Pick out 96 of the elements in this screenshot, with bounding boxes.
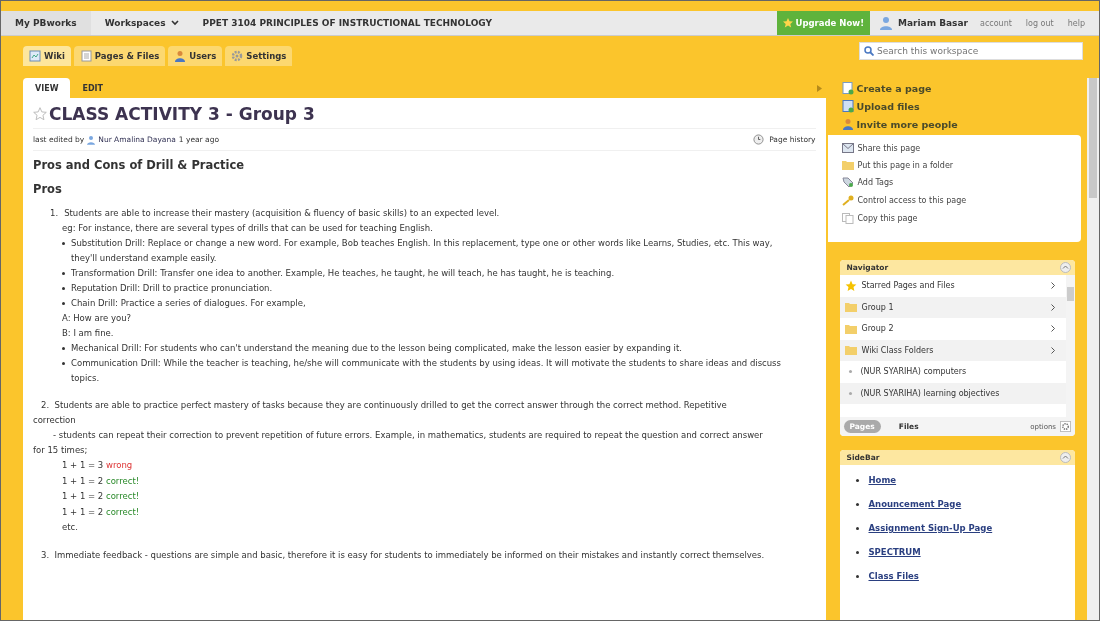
arrow-icon xyxy=(816,84,822,92)
equation-line: 1 + 1 = 2 correct! xyxy=(62,490,141,503)
chevron-icon xyxy=(1051,325,1056,333)
folder-icon xyxy=(844,345,857,356)
bullet-icon xyxy=(848,370,852,374)
tag-icon xyxy=(841,177,854,188)
navigator-item[interactable]: Wiki Class Folders xyxy=(839,339,1066,361)
paragraph: 2. Students are able to practice perfect mastery of tasks because they are continuously drilled to get the correct answer through the correct method. Repetitive correction xyxy=(33,399,728,427)
star-icon xyxy=(782,18,793,28)
nav-tab[interactable]: Pages & Files xyxy=(73,46,166,66)
people-icon xyxy=(841,118,854,131)
bullet-icon xyxy=(855,550,859,554)
navigator-item[interactable]: (NUR SYARIHA) learning objectives xyxy=(839,382,1066,404)
chevron-icon xyxy=(1051,346,1056,354)
user-name: Mariam Basar xyxy=(898,18,968,28)
top-link[interactable]: account xyxy=(980,18,1012,28)
new-page-icon xyxy=(841,82,854,95)
chevron-icon xyxy=(170,20,179,26)
collapse-icon[interactable] xyxy=(1060,452,1071,463)
search-icon xyxy=(864,46,874,56)
bullet-icon xyxy=(62,347,65,350)
sidebar-link[interactable]: Assignment Sign-Up Page xyxy=(868,523,993,533)
body-text: B: I am fine. xyxy=(62,327,115,340)
scrollbar[interactable] xyxy=(1087,78,1099,620)
sidebar-link[interactable]: Class Files xyxy=(868,571,919,581)
body-text: A: How are you? xyxy=(62,312,133,325)
search-field[interactable]: Search this workspace xyxy=(859,42,1083,60)
section-heading: Pros xyxy=(33,182,63,196)
body-text: eg: For instance, there are several types of drills that can be used for teaching English. xyxy=(62,222,434,235)
nav-tab[interactable]: Settings xyxy=(225,46,293,66)
gear-icon[interactable] xyxy=(1060,421,1071,432)
user-icon xyxy=(880,16,893,30)
top-link[interactable]: help xyxy=(1067,18,1085,28)
list-text: Chain Drill: Practice a series of dialogues. For example, xyxy=(71,297,306,310)
folder-icon xyxy=(844,323,857,334)
bullet-icon xyxy=(848,391,852,395)
star-icon[interactable] xyxy=(33,107,47,121)
clock-icon xyxy=(753,134,765,145)
scrollbar[interactable] xyxy=(1066,275,1075,417)
bullet-icon xyxy=(62,287,65,290)
equation-line: etc. xyxy=(62,521,79,534)
folder-icon xyxy=(844,302,857,313)
bullet-icon xyxy=(855,574,859,578)
user-icon xyxy=(87,134,96,145)
list-text: Substitution Drill: Replace or change a new word. For example, Bob teaches English. In this replacement, type one or other words like Learns, Studies, etc. This way, they'll understand example easily. xyxy=(71,237,774,265)
gear-icon xyxy=(231,50,244,62)
equation-line: 1 + 1 = 2 correct! xyxy=(62,474,141,488)
action-link[interactable]: Upload files xyxy=(841,100,1073,113)
users-icon xyxy=(174,50,187,62)
page-tab[interactable]: VIEW xyxy=(23,78,71,98)
nav-tab[interactable]: Users xyxy=(168,46,223,66)
page-action-link[interactable]: Share this page xyxy=(841,143,1067,153)
star-icon xyxy=(844,279,857,292)
list-text: Mechanical Drill: For students who can't understand the meaning due to the lesson being complicated, make the lesson easier by expanding it. xyxy=(71,342,682,355)
chevron-icon xyxy=(1051,282,1056,290)
page-action-link[interactable]: Copy this page xyxy=(841,213,1067,224)
paragraph: - students can repeat their correction to prevent repetition of future errors. Example, in mathematics, students are required to repeat the question and correct answer for 15 times; xyxy=(33,429,764,457)
sidebar-link[interactable]: SPECTRUM xyxy=(868,547,921,557)
page-action-link[interactable]: Control access to this page xyxy=(841,195,1067,206)
bullet-icon xyxy=(62,272,65,275)
bullet-icon xyxy=(855,502,859,506)
bullet-icon xyxy=(62,242,65,245)
workspace-title: PPET 3104 PRINCIPLES OF INSTRUCTIONAL TECHNOLOGY xyxy=(202,18,492,28)
bullet-icon xyxy=(62,302,65,305)
navigator-item[interactable]: Group 1 xyxy=(839,296,1066,318)
action-link[interactable]: Invite more people xyxy=(841,118,1073,131)
chevron-icon xyxy=(1051,303,1056,311)
brand-link[interactable]: My PBworks xyxy=(1,11,91,35)
folder-icon xyxy=(841,160,854,170)
paragraph: 3. Immediate feedback - questions are simple and basic, therefore it is easy for students to immediately be informed on their mistakes and instantly correct themselves. xyxy=(40,548,766,562)
list-text: Students are able to increase their mastery (acquisition & fluency of basic skills) to an expected level. xyxy=(64,207,500,220)
collapse-icon[interactable] xyxy=(1060,262,1071,273)
page-icon xyxy=(29,50,41,62)
envelope-icon xyxy=(841,143,854,153)
action-link[interactable]: Create a page xyxy=(841,82,1073,95)
list-number: 1. xyxy=(50,207,59,220)
page-action-link[interactable]: Put this page in a folder xyxy=(841,160,1067,170)
equation-line: 1 + 1 = 3 wrong xyxy=(62,459,134,472)
bullet-icon xyxy=(855,526,859,530)
top-link[interactable]: log out xyxy=(1025,18,1054,28)
page-title: CLASS ACTIVITY 3 - Group 3 xyxy=(49,104,315,124)
list-text: Reputation Drill: Drill to practice pronunciation. xyxy=(71,282,273,295)
sidebar-link[interactable]: Home xyxy=(868,475,897,485)
bullet-icon xyxy=(855,478,859,482)
nav-tab[interactable]: Wiki xyxy=(23,46,71,66)
list-text: Communication Drill: While the teacher is teaching, he/she will communicate with the students by using ideas. It will motivate the students to share ideas and discuss topics. xyxy=(71,357,782,385)
page-action-link[interactable]: Add Tags xyxy=(841,177,1067,188)
upload-icon xyxy=(841,100,854,113)
section-heading: Pros and Cons of Drill & Practice xyxy=(33,158,246,172)
equation-line: 1 + 1 = 2 correct! xyxy=(62,505,141,519)
list-text: Transformation Drill: Transfer one idea to another. Example, He teaches, he taught, he will teach, he has taught, he is teaching. xyxy=(71,267,615,280)
key-icon xyxy=(841,195,854,206)
sidebar-link[interactable]: Anouncement Page xyxy=(868,499,962,509)
bullet-icon xyxy=(62,362,65,365)
document-icon xyxy=(79,50,92,62)
copy-icon xyxy=(841,213,854,224)
